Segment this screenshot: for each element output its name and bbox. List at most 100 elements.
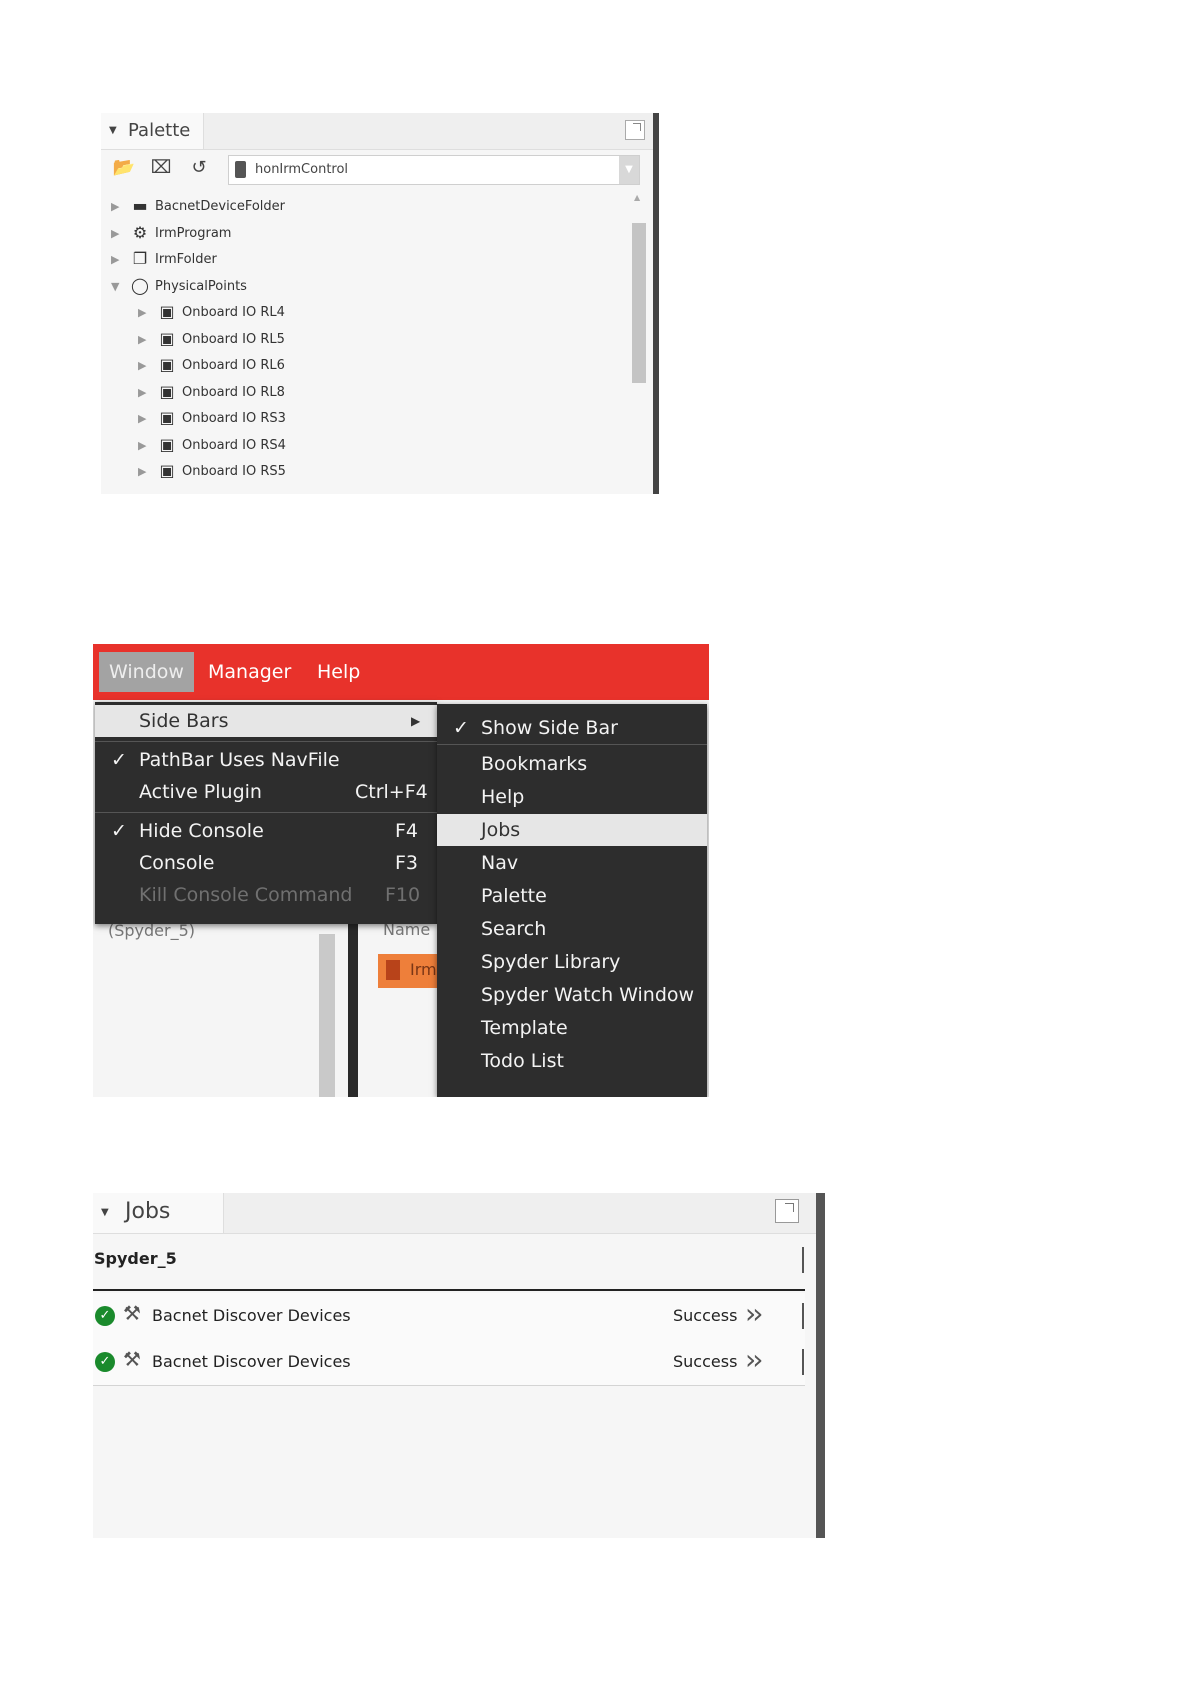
- job-row[interactable]: ✓ ⚒ Bacnet Discover Devices Success ››: [93, 1293, 805, 1340]
- collapsed-arrow-icon[interactable]: ▶: [138, 306, 146, 319]
- menu-item-pathbar-uses-navfile[interactable]: ✓ PathBar Uses NavFile: [95, 744, 437, 776]
- collapsed-arrow-icon[interactable]: ▶: [138, 386, 146, 399]
- submenu-item-search[interactable]: Search: [437, 913, 707, 945]
- checkmark-icon: ✓: [111, 749, 127, 771]
- palette-title: Palette: [128, 120, 191, 141]
- menu-item-label: Console: [139, 852, 215, 874]
- vertical-scrollbar[interactable]: [632, 223, 646, 383]
- check-circle-icon: ✓: [95, 1352, 115, 1372]
- submenu-item-label: Spyder Library: [481, 951, 621, 973]
- double-chevron-right-icon[interactable]: ››: [745, 1343, 764, 1376]
- folder-icon: ▬: [132, 196, 148, 215]
- collapse-caret-icon[interactable]: ▼: [101, 1207, 109, 1218]
- module-value: honIrmControl: [255, 162, 349, 177]
- submenu-item-jobs[interactable]: Jobs: [437, 814, 707, 846]
- submenu-item-show-side-bar[interactable]: ✓ Show Side Bar: [437, 712, 707, 744]
- collapsed-arrow-icon[interactable]: ▶: [138, 412, 146, 425]
- menu-item-label: PathBar Uses NavFile: [139, 749, 340, 771]
- sidebars-submenu: ✓ Show Side Bar Bookmarks Help Jobs Nav Palett…: [437, 704, 707, 1097]
- window-menu-screenshot: Window Manager Help (Spyder_5) Name Irm …: [93, 644, 709, 1097]
- jobs-header: ▼ Jobs: [93, 1193, 819, 1234]
- tree-node[interactable]: ▶ ▣ Onboard IO RL4: [101, 301, 621, 327]
- expanded-arrow-icon[interactable]: ▼: [111, 280, 119, 293]
- tree-node[interactable]: ▶ ❐ IrmFolder: [101, 248, 621, 274]
- menu-item-label: Kill Console Command: [139, 884, 353, 906]
- tree-node[interactable]: ▶ ▣ Onboard IO RL5: [101, 328, 621, 354]
- submenu-item-nav[interactable]: Nav: [437, 847, 707, 879]
- column-divider: [802, 1303, 804, 1329]
- refresh-search-icon[interactable]: ↺: [187, 156, 211, 180]
- io-icon: ▣: [159, 381, 175, 401]
- collapsed-arrow-icon[interactable]: ▶: [111, 227, 119, 240]
- chevron-down-icon[interactable]: ▼: [619, 156, 639, 184]
- tree-node[interactable]: ▶ ⚙ IrmProgram: [101, 222, 621, 248]
- jobs-title: Jobs: [125, 1199, 171, 1224]
- module-selector[interactable]: honIrmControl ▼: [228, 155, 640, 185]
- hammer-icon: ⚒: [123, 1301, 141, 1325]
- submenu-item-label: Todo List: [481, 1050, 564, 1072]
- menu-manager[interactable]: Manager: [198, 652, 301, 692]
- close-box-icon[interactable]: ⌧: [149, 156, 173, 180]
- submenu-item-template[interactable]: Template: [437, 1012, 707, 1044]
- collapsed-arrow-icon[interactable]: ▶: [138, 439, 146, 452]
- module-jar-icon: [235, 161, 246, 178]
- jobs-sidebar: ▼ Jobs Spyder_5 ✓ ⚒ Bacnet Discover Device…: [93, 1193, 825, 1538]
- menu-item-console[interactable]: Console F3: [95, 847, 437, 879]
- tree-node[interactable]: ▶ ▣ Onboard IO RL6: [101, 354, 621, 380]
- submenu-item-todo-list[interactable]: Todo List: [437, 1045, 707, 1077]
- check-circle-icon: ✓: [95, 1306, 115, 1326]
- column-divider: [802, 1247, 804, 1273]
- submenu-item-spyder-library[interactable]: Spyder Library: [437, 946, 707, 978]
- collapsed-arrow-icon[interactable]: ▶: [138, 359, 146, 372]
- tree-node[interactable]: ▶ ▣ Onboard IO RS4: [101, 434, 621, 460]
- tree-node[interactable]: ▼ ◯ PhysicalPoints: [101, 275, 621, 301]
- checkmark-icon: ✓: [453, 717, 469, 739]
- maximize-icon[interactable]: [625, 120, 645, 140]
- menu-item-label: Hide Console: [139, 820, 264, 842]
- scroll-up-icon[interactable]: ▲: [634, 193, 640, 202]
- submenu-item-spyder-watch-window[interactable]: Spyder Watch Window: [437, 979, 707, 1011]
- submenu-item-bookmarks[interactable]: Bookmarks: [437, 748, 707, 780]
- irm-icon: [386, 960, 400, 980]
- tree-node[interactable]: ▶ ▣ Onboard IO RL8: [101, 381, 621, 407]
- submenu-item-label: Palette: [481, 885, 547, 907]
- collapse-caret-icon[interactable]: ▼: [109, 125, 117, 136]
- jobs-tab[interactable]: ▼ Jobs: [93, 1193, 224, 1233]
- menu-bar: Window Manager Help: [93, 644, 709, 700]
- tree-node-label: Onboard IO RS3: [182, 411, 286, 426]
- tree-node-label: PhysicalPoints: [155, 278, 247, 294]
- maximize-icon[interactable]: [775, 1199, 799, 1223]
- submenu-item-palette[interactable]: Palette: [437, 880, 707, 912]
- menu-item-active-plugin[interactable]: Active Plugin Ctrl+F4: [95, 776, 437, 808]
- tree-node[interactable]: ▶ ▬ BacnetDeviceFolder: [101, 195, 621, 221]
- collapsed-arrow-icon[interactable]: ▶: [111, 200, 119, 213]
- job-row[interactable]: ✓ ⚒ Bacnet Discover Devices Success ››: [93, 1339, 805, 1386]
- tree-node-label: Onboard IO RL8: [182, 384, 285, 400]
- tree-node[interactable]: ▶ ▣ Onboard IO RS5: [101, 460, 621, 486]
- collapsed-arrow-icon[interactable]: ▶: [111, 253, 119, 266]
- palette-tab[interactable]: ▼ Palette: [101, 113, 204, 149]
- tree-node[interactable]: ▶ ▣ Onboard IO RS3: [101, 407, 621, 433]
- menu-help[interactable]: Help: [307, 652, 370, 692]
- background-scrollbar: [319, 934, 335, 1097]
- submenu-item-label: Search: [481, 918, 547, 940]
- collapsed-arrow-icon[interactable]: ▶: [138, 333, 146, 346]
- menu-item-side-bars[interactable]: Side Bars ▶: [95, 705, 437, 737]
- tree-node-label: Onboard IO RL6: [182, 358, 285, 373]
- io-icon: ▣: [159, 461, 175, 480]
- header-rule: [93, 1289, 805, 1291]
- menu-shortcut: Ctrl+F4: [355, 781, 428, 803]
- folder-open-icon[interactable]: 📂: [112, 156, 136, 180]
- menu-item-kill-console-command: Kill Console Command F10: [95, 879, 437, 911]
- double-chevron-right-icon[interactable]: ››: [745, 1297, 764, 1330]
- menu-item-label: Side Bars: [139, 710, 229, 732]
- submenu-item-help[interactable]: Help: [437, 781, 707, 813]
- collapsed-arrow-icon[interactable]: ▶: [138, 465, 146, 478]
- submenu-arrow-icon: ▶: [411, 714, 421, 728]
- menu-shortcut: F3: [395, 852, 419, 874]
- hammer-icon: ⚒: [123, 1347, 141, 1371]
- tree-node-label: Onboard IO RS4: [182, 437, 286, 453]
- menu-window[interactable]: Window: [99, 652, 194, 692]
- menu-item-hide-console[interactable]: ✓ Hide Console F4: [95, 815, 437, 847]
- io-icon: ▣: [159, 408, 175, 427]
